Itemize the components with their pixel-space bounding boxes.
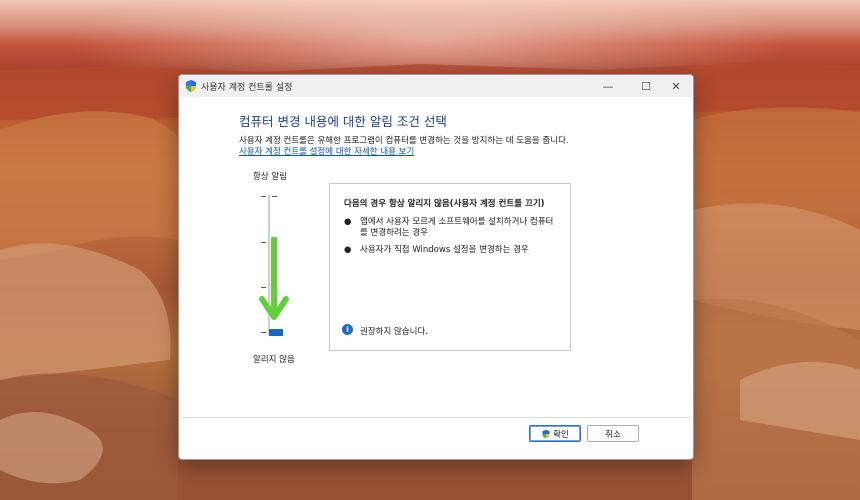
list-item-text: 앱에서 사용자 모르게 소프트웨어를 설치하거나 컴퓨터를 변경하려는 경우 [360, 217, 554, 238]
slider-top-label: 항상 알림 [253, 172, 287, 182]
bullet-icon: ● [344, 217, 352, 227]
slider-tick [261, 196, 266, 197]
arrow-down-icon [259, 237, 289, 320]
uac-shield-icon [186, 80, 196, 92]
slider-tick [261, 332, 266, 333]
minimize-button[interactable]: — [591, 75, 625, 97]
list-item-text: 사용자가 직접 Windows 설정을 변경하는 경우 [360, 245, 529, 255]
recommendation-text: 권장하지 않습니다. [360, 327, 428, 337]
page-heading: 컴퓨터 변경 내용에 대한 알림 조건 선택 [239, 114, 447, 129]
more-info-link[interactable]: 사용자 계정 컨트롤 설정에 대한 자세한 내용 보기 [239, 145, 414, 157]
close-button[interactable]: ✕ [659, 75, 693, 97]
setting-description-panel: 다음의 경우 항상 알리지 않음(사용자 계정 컨트롤 끄기) ● 앱에서 사용… [329, 183, 571, 351]
cancel-button[interactable]: 취소 [587, 425, 639, 442]
window-title: 사용자 계정 컨트롤 설정 [201, 83, 293, 93]
slider-tick [272, 196, 277, 197]
slider-bottom-label: 알리지 않음 [253, 355, 295, 365]
info-icon: i [342, 324, 353, 335]
maximize-button[interactable]: ☐ [629, 75, 663, 97]
footer-divider [179, 417, 693, 418]
bullet-icon: ● [344, 245, 352, 255]
title-bar[interactable]: 사용자 계정 컨트롤 설정 — ☐ ✕ [179, 75, 693, 97]
panel-title: 다음의 경우 항상 알리지 않음(사용자 계정 컨트롤 끄기) [344, 199, 545, 209]
slider-thumb[interactable] [269, 329, 283, 336]
uac-shield-icon [542, 429, 550, 438]
uac-settings-dialog: 사용자 계정 컨트롤 설정 — ☐ ✕ 컴퓨터 변경 내용에 대한 알림 조건 … [178, 74, 694, 460]
ok-button-label: 확인 [553, 429, 569, 440]
ok-button[interactable]: 확인 [529, 425, 581, 442]
